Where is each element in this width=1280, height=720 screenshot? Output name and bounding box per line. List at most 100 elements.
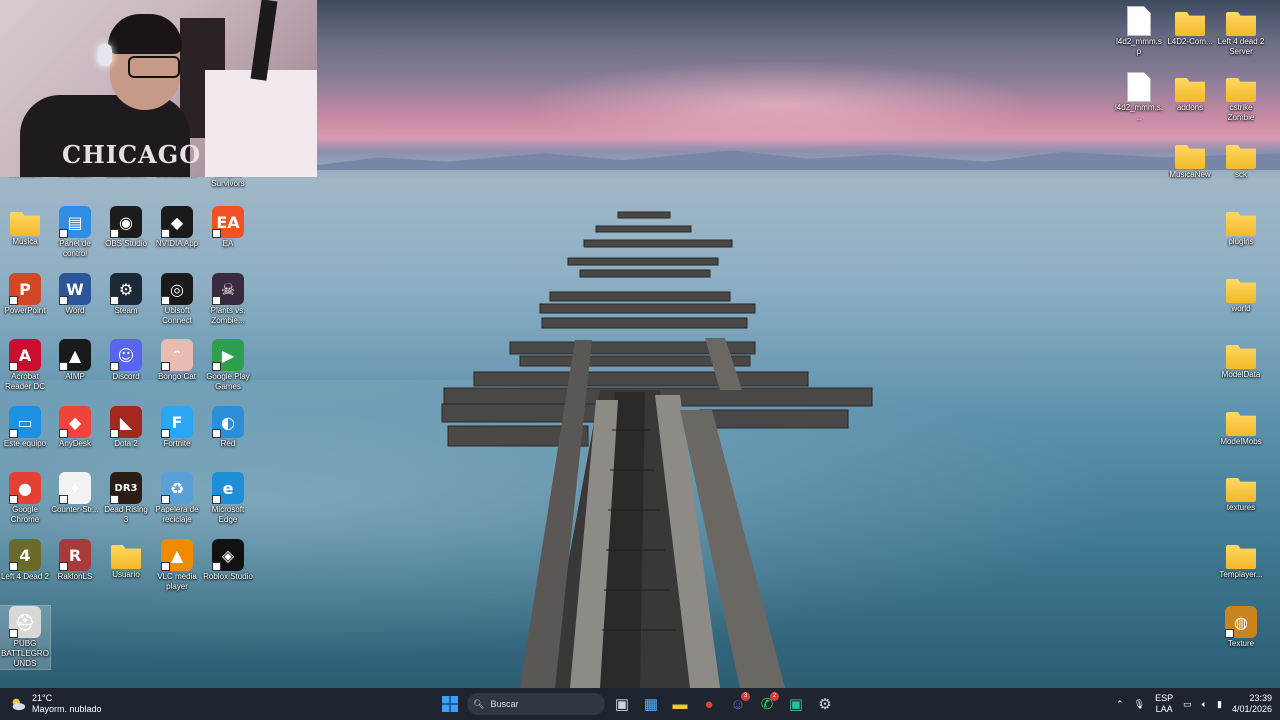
desktop-icon-label: Counter-Str... xyxy=(51,505,99,514)
desktop-icon-plugins[interactable]: plugins xyxy=(1216,206,1266,247)
chrome-icon: ● xyxy=(704,695,714,713)
taskbar-android-app-button[interactable]: ▣ xyxy=(784,692,808,716)
battery-icon[interactable]: ▮ xyxy=(1217,699,1222,710)
desktop-icon-red[interactable]: ◐ Red xyxy=(203,406,253,449)
weather-widget[interactable]: 21°C Mayorm. nublado xyxy=(10,693,102,715)
desktop-icon-ea[interactable]: EA EA xyxy=(203,206,253,249)
desktop-icon-world[interactable]: world xyxy=(1216,273,1266,314)
desktop-icon-discord[interactable]: ☺ Discord xyxy=(101,339,151,382)
desktop-icon-powerpoint[interactable]: P PowerPoint xyxy=(0,273,50,316)
desktop-icon-musica[interactable]: Musica xyxy=(0,206,50,247)
desktop-icon-label: Templayer... xyxy=(1219,570,1263,579)
desktop-icon-raklonls[interactable]: R RaklonLS xyxy=(50,539,100,582)
start-button[interactable] xyxy=(438,692,462,716)
desktop-icon-textures[interactable]: textures xyxy=(1216,472,1266,513)
folder-icon xyxy=(1226,545,1256,569)
desktop-icon-google-chrome[interactable]: ● Google Chrome xyxy=(0,472,50,525)
desktop-icon-label: addons xyxy=(1176,103,1204,112)
clock[interactable]: 23:39 4/01/2026 xyxy=(1232,693,1272,715)
desktop-icon-vlc-media-player[interactable]: ▲ VLC media player xyxy=(152,539,202,592)
counter-str-icon: ✦ xyxy=(59,472,91,504)
desktop-icon-papelera-de-reciclaje[interactable]: ♻ Papelera de reciclaje xyxy=(152,472,202,525)
desktop-icon-addons[interactable]: addons xyxy=(1165,72,1215,113)
texture-icon: ◍ xyxy=(1225,606,1257,638)
desktop-icon-usuario[interactable]: Usuario xyxy=(101,539,151,580)
taskbar-file-explorer-button[interactable]: ▬ xyxy=(668,692,692,716)
pubg-battlegrounds-icon: ⛑ xyxy=(9,606,41,638)
desktop-icon-label: l4d2_mmm.sp xyxy=(1116,37,1162,56)
taskbar-search[interactable]: 🔍︎ Buscar xyxy=(467,693,605,715)
desktop-icon-modeldata[interactable]: ModelData xyxy=(1216,339,1266,380)
desktop-icon-panel-de-control[interactable]: ▤ Panel de control xyxy=(50,206,100,259)
network-icon[interactable]: ▭ xyxy=(1183,699,1192,710)
vlc-media-player-icon: ▲ xyxy=(161,539,193,571)
desktop-icon-anydesk[interactable]: ◆ AnyDesk xyxy=(50,406,100,449)
desktop-icon-left-4-dead-2[interactable]: 4 Left 4 Dead 2 xyxy=(0,539,50,582)
desktop-icon-l4d2-com[interactable]: L4D2-Com... xyxy=(1165,6,1215,47)
desktop-icon-dead-rising-3[interactable]: DR3 Dead Rising 3 xyxy=(101,472,151,525)
webcam-headset xyxy=(98,44,112,66)
desktop-icon-templayer[interactable]: Templayer... xyxy=(1216,539,1266,580)
desktop-icon-label: Steam xyxy=(114,306,138,315)
desktop-icon-modelmobs[interactable]: ModelMobs xyxy=(1216,406,1266,447)
folder-icon xyxy=(1175,12,1205,36)
desktop-icon-left-4-dead-2-server[interactable]: Left 4 dead 2 Server xyxy=(1216,6,1266,57)
folder-icon xyxy=(111,545,141,569)
desktop-icon-cstrike-zombie[interactable]: cstrike Zombie xyxy=(1216,72,1266,123)
desktop-icon-counter-str[interactable]: ✦ Counter-Str... xyxy=(50,472,100,515)
desktop-icon-l4d2-mmm-sp[interactable]: l4d2_mmm.sp xyxy=(1114,6,1164,57)
desktop-icon-dota-2[interactable]: ◣ Dota 2 xyxy=(101,406,151,449)
volume-icon[interactable]: 🔈︎ xyxy=(1202,699,1207,710)
chevron-up-icon[interactable]: ⌃ xyxy=(1116,699,1124,710)
google-play-games-icon: ▶ xyxy=(212,339,244,371)
desktop-icon-pubg-battlegrounds[interactable]: ⛑ PUBG BATTLEGROUNDS xyxy=(0,605,51,670)
desktop-icon-label: MusicaNew xyxy=(1169,170,1211,179)
taskbar-center: 🔍︎ Buscar ▣ ▦ ▬ ● ☺ 3 ✆ 2 ▣ ⚙ xyxy=(438,692,837,716)
desktop-icon-acrobat-reader-dc[interactable]: A Acrobat Reader DC xyxy=(0,339,50,392)
desktop-icon-l4d2-mmm-s[interactable]: l4d2_mmm.s... xyxy=(1114,72,1164,123)
desktop-icon-label: Musica xyxy=(12,237,38,246)
desktop-icon-roblox-studio[interactable]: ◈ Roblox Studio xyxy=(203,539,253,582)
search-placeholder: Buscar xyxy=(490,699,519,709)
desktop-icon-ubisoft-connect[interactable]: ◎ Ubisoft Connect xyxy=(152,273,202,326)
taskbar-whatsapp-button[interactable]: ✆ 2 xyxy=(755,692,779,716)
desktop-icon-plants-vs-zombie[interactable]: ☠ Plants vs. Zombie... xyxy=(203,273,253,326)
desktop-icon-fortnite[interactable]: F Fortnite xyxy=(152,406,202,449)
ea-icon: EA xyxy=(212,206,244,238)
desktop-icon-aimp[interactable]: ▲ AIMP xyxy=(50,339,100,382)
desktop-icon-este-equipo[interactable]: ▭ Este equipo xyxy=(0,406,50,449)
microsoft-store-icon: ▦ xyxy=(643,696,659,713)
language-code: ESP xyxy=(1155,693,1174,703)
desktop-icon-label: Papelera de reciclaje xyxy=(155,505,199,524)
microphone-icon[interactable]: 🎙︎ xyxy=(1134,699,1145,710)
desktop-icon-label: L4D2-Com... xyxy=(1167,37,1213,46)
desktop-icon-label: Bongo Cat xyxy=(158,372,196,381)
desktop-icon-texture[interactable]: ◍ Texture xyxy=(1216,606,1266,649)
desktop-icon-musicanew[interactable]: MusicaNew xyxy=(1165,139,1215,180)
desktop-icon-sck[interactable]: sck xyxy=(1216,139,1266,180)
desktop-icon-label: cstrike Zombie xyxy=(1227,103,1255,122)
folder-icon xyxy=(1226,212,1256,236)
desktop-icon-nvidia-app[interactable]: ◆ NVIDIA App xyxy=(152,206,202,249)
desktop-icon-obs-studio[interactable]: ◉ OBS Studio xyxy=(101,206,151,249)
desktop-icon-bongo-cat[interactable]: ᵔ Bongo Cat xyxy=(152,339,202,382)
language-indicator[interactable]: ESP LAA xyxy=(1155,693,1173,715)
desktop-icon-label: textures xyxy=(1226,503,1256,512)
taskbar-chrome-button[interactable]: ● xyxy=(697,692,721,716)
taskbar: 21°C Mayorm. nublado 🔍︎ Buscar ▣ ▦ ▬ ● ☺ 3 ✆ 2 ▣… xyxy=(0,688,1280,720)
desktop-icon-label: Red xyxy=(220,439,236,448)
desktop-icon-steam[interactable]: ⚙ Steam xyxy=(101,273,151,316)
folder-icon xyxy=(10,212,40,236)
taskbar-steam-button[interactable]: ⚙ xyxy=(813,692,837,716)
taskbar-discord-button[interactable]: ☺ 3 xyxy=(726,692,750,716)
taskbar-task-view-button[interactable]: ▣ xyxy=(610,692,634,716)
desktop-icon-word[interactable]: W Word xyxy=(50,273,100,316)
desktop-icon-label: AIMP xyxy=(65,372,85,381)
desktop-icon-label: Dead Rising 3 xyxy=(104,505,148,524)
taskbar-microsoft-store-button[interactable]: ▦ xyxy=(639,692,663,716)
desktop-icon-google-play-games[interactable]: ▶ Google Play Games xyxy=(203,339,253,392)
desktop-icon-microsoft-edge[interactable]: e Microsoft Edge xyxy=(203,472,253,525)
android-app-icon: ▣ xyxy=(788,696,804,713)
desktop-icon-label: ModelData xyxy=(1221,370,1261,379)
fortnite-icon: F xyxy=(161,406,193,438)
